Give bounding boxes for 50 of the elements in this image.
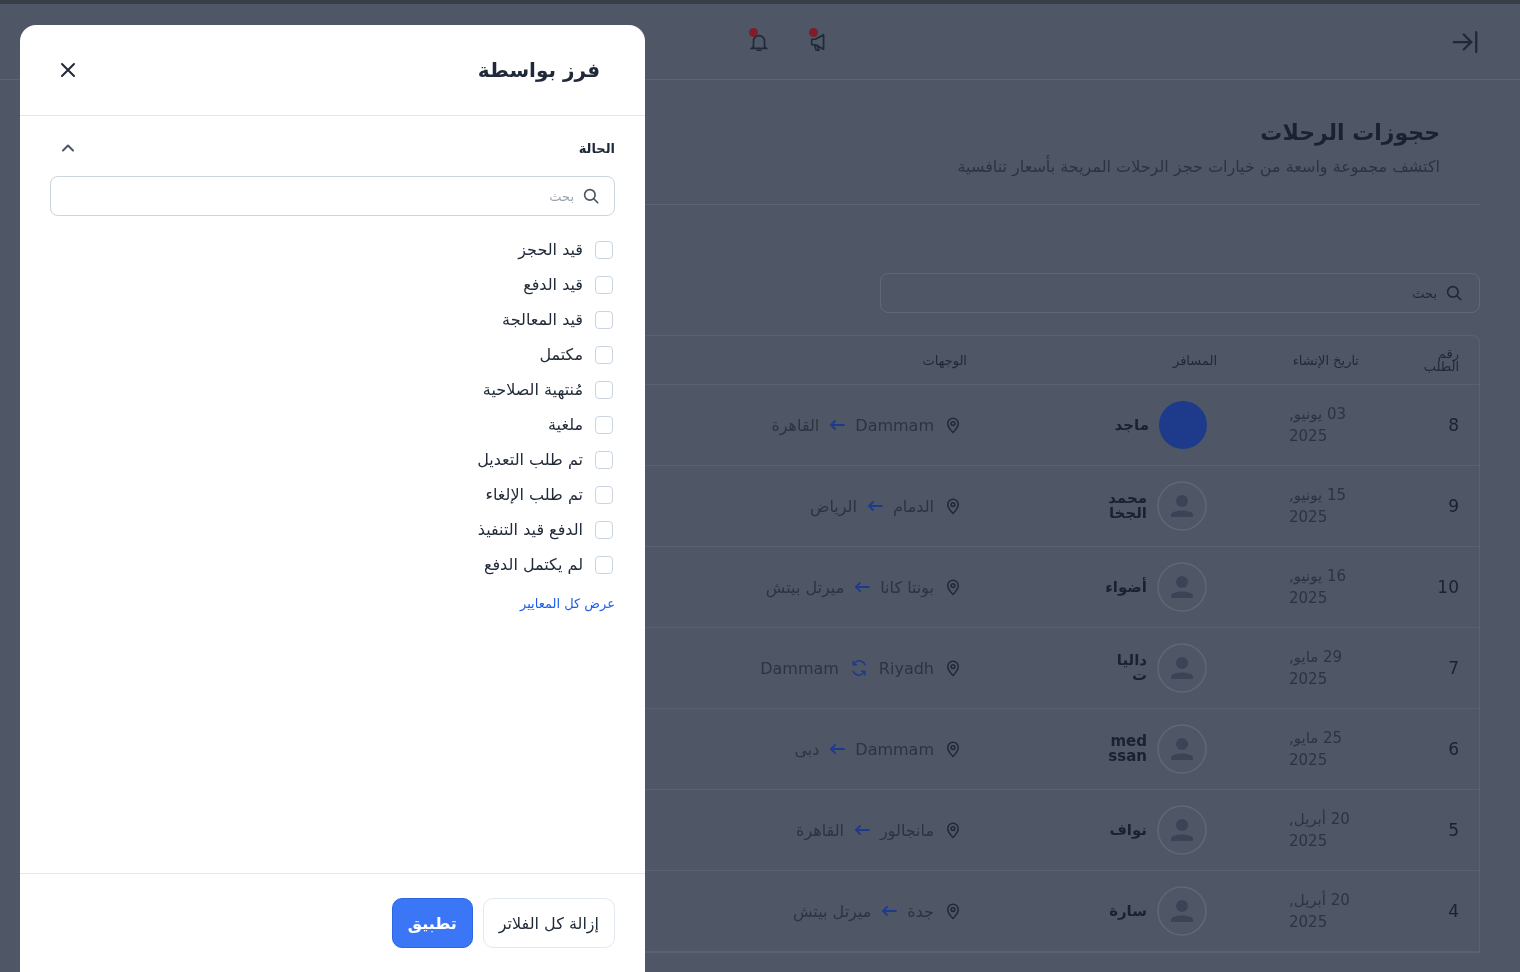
arrow-icon: [829, 419, 846, 431]
checkbox[interactable]: [595, 240, 613, 259]
status-option[interactable]: مُنتهية الصلاحية: [482, 380, 583, 399]
location-pin-icon: [944, 577, 962, 597]
checkbox[interactable]: [595, 520, 613, 539]
checkbox[interactable]: [595, 380, 613, 399]
location-pin-icon: [944, 658, 962, 678]
avatar-icon: [1157, 562, 1207, 612]
arrow-icon: [881, 905, 898, 917]
checkbox[interactable]: [595, 415, 613, 434]
search-icon: [1445, 284, 1463, 302]
location-pin-icon: [944, 415, 962, 435]
drawer-title: فرز بواسطة: [477, 58, 600, 82]
status-option[interactable]: قيد الحجز: [518, 240, 583, 259]
checkbox[interactable]: [595, 275, 613, 294]
arrow-icon: [854, 824, 871, 836]
status-option[interactable]: تم طلب الإلغاء: [485, 485, 583, 504]
checkbox[interactable]: [595, 310, 613, 329]
status-option[interactable]: الدفع قيد التنفيذ: [477, 520, 583, 539]
search-icon: [582, 187, 600, 205]
arrow-icon: [829, 743, 846, 755]
apply-button[interactable]: تطبيق: [391, 898, 473, 948]
checkbox[interactable]: [595, 555, 613, 574]
show-all-link[interactable]: عرض كل المعايير: [520, 596, 615, 611]
arrow-icon: [854, 581, 871, 593]
location-pin-icon: [944, 820, 962, 840]
status-option[interactable]: قيد المعالجة: [502, 310, 583, 329]
location-pin-icon: [944, 901, 962, 921]
status-option[interactable]: قيد الدفع: [523, 275, 583, 294]
avatar-icon: [1157, 724, 1207, 774]
avatar-icon: [1157, 886, 1207, 936]
status-option[interactable]: تم طلب التعديل: [477, 450, 583, 469]
clear-filters-button[interactable]: إزالة كل الفلاتر: [482, 898, 615, 948]
close-icon: [60, 62, 76, 78]
section-label: الحالة: [578, 140, 615, 156]
location-pin-icon: [944, 496, 962, 516]
avatar-icon: [1157, 481, 1207, 531]
avatar-icon: [1157, 643, 1207, 693]
status-option[interactable]: مكتمل: [539, 345, 583, 364]
close-button[interactable]: [60, 62, 76, 78]
checkbox[interactable]: [595, 345, 613, 364]
checkbox[interactable]: [595, 450, 613, 469]
arrow-icon: [866, 500, 883, 512]
status-option[interactable]: ملغية: [548, 415, 583, 434]
status-option[interactable]: لم يكتمل الدفع: [483, 555, 583, 574]
avatar-icon: [1157, 805, 1207, 855]
checkbox[interactable]: [595, 485, 613, 504]
location-pin-icon: [944, 739, 962, 759]
search-placeholder: بحث: [549, 188, 574, 204]
avatar-photo: [1159, 401, 1207, 449]
